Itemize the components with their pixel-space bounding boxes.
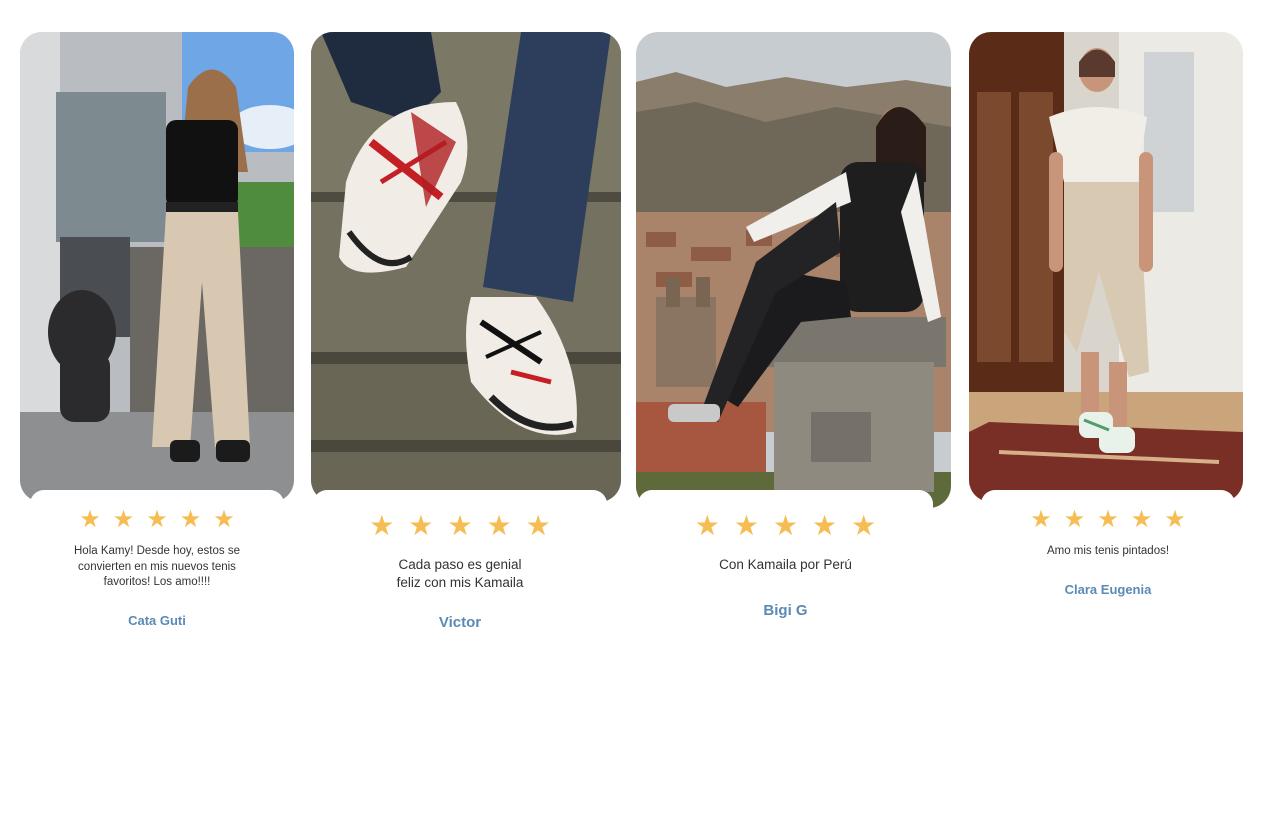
rating-stars: ★ ★ ★ ★ ★ [638,512,933,540]
star-icon: ★ [369,510,395,541]
star-icon: ★ [1164,506,1186,533]
star-icon: ★ [525,510,551,541]
rating-stars: ★ ★ ★ ★ ★ [30,508,284,532]
rating-stars: ★ ★ ★ ★ ★ [313,512,607,540]
review-photo [311,32,621,502]
star-icon: ★ [851,510,877,541]
rating-stars: ★ ★ ★ ★ ★ [981,508,1235,532]
review-quote: Cada paso es genial feliz con mis Kamail… [396,557,524,590]
star-icon: ★ [447,510,473,541]
star-icon: ★ [812,510,838,541]
review-author: Cata Guti [128,612,186,628]
review-photo [636,32,951,508]
review-author: Clara Eugenia [1064,581,1152,597]
review-author: Victor [438,614,482,631]
review-photo [20,32,294,502]
star-icon: ★ [146,506,168,533]
star-icon: ★ [1063,506,1086,533]
star-icon: ★ [179,506,202,533]
star-icon: ★ [486,510,512,541]
star-icon: ★ [733,510,759,541]
review-author: Bigi G [763,602,808,619]
review-quote: Con Kamaila por Perú [719,557,852,572]
review-photo [969,32,1243,502]
star-icon: ★ [408,510,434,541]
star-icon: ★ [79,506,101,533]
review-quote: Amo mis tenis pintados! [1046,545,1170,557]
review-quote: Hola Kamy! Desde hoy, estos se convierte… [74,545,240,588]
star-icon: ★ [1130,506,1153,533]
star-icon: ★ [1030,506,1052,533]
star-icon: ★ [694,510,720,541]
star-icon: ★ [772,510,799,541]
star-icon: ★ [213,506,235,533]
star-icon: ★ [1097,506,1119,533]
star-icon: ★ [112,506,135,533]
